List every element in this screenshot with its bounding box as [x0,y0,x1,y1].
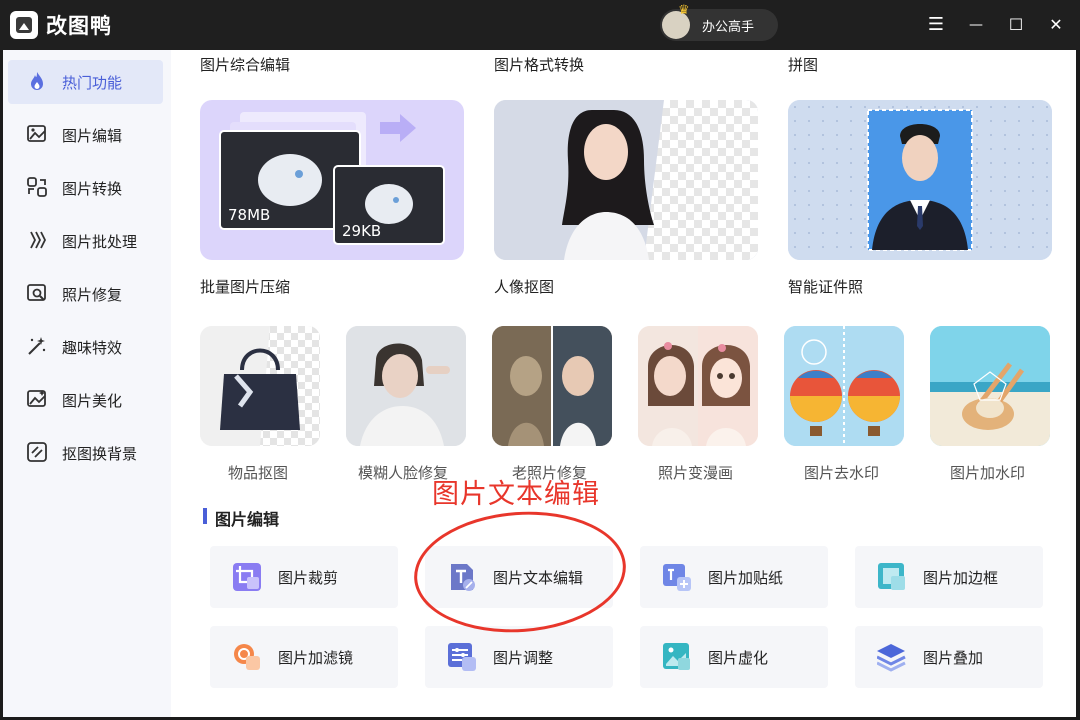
beach-illustration [930,326,1050,446]
card-label-add-watermark: 图片加水印 [950,464,1026,482]
sticker-icon [663,564,691,591]
sidebar-item-repair[interactable]: 照片修复 [8,272,163,316]
id-photo-illustration [788,100,1052,260]
user-account-button[interactable]: ♛ 办公高手 [660,3,778,41]
sidebar-item-label: 图片转换 [62,180,123,198]
sidebar: 热门功能 图片编辑 图片转换 图片批处理 照片修复 趣味特效 图片美化 抠图换背… [3,50,171,717]
tool-adjust-button[interactable]: 图片调整 [425,626,613,688]
tool-label: 图片加边框 [923,569,999,587]
tool-label: 图片加滤镜 [278,649,354,667]
tool-label-format-convert[interactable]: 图片格式转换 [494,54,584,75]
tool-label-comprehensive-edit[interactable]: 图片综合编辑 [200,54,290,75]
tool-overlay-button[interactable]: 图片叠加 [855,626,1043,688]
maximize-button[interactable]: ☐ [1004,13,1028,37]
tool-border-button[interactable]: 图片加边框 [855,546,1043,608]
card-face-restore[interactable] [346,326,466,446]
blur-icon [663,643,690,670]
tool-sticker-button[interactable]: 图片加贴纸 [640,546,828,608]
card-remove-watermark[interactable] [784,326,904,446]
sidebar-item-convert[interactable]: 图片转换 [8,166,163,210]
card-object-cutout[interactable] [200,326,320,446]
balloon-illustration [784,326,904,446]
section-title: 图片编辑 [215,510,280,529]
card-label-object-cutout: 物品抠图 [228,464,289,482]
sidebar-item-label: 图片批处理 [62,233,138,251]
card-label-remove-watermark: 图片去水印 [804,464,880,482]
tool-label-collage[interactable]: 拼图 [788,54,818,75]
blurred-face-illustration [346,326,466,446]
user-name: 办公高手 [702,20,755,35]
tool-filter-button[interactable]: 图片加滤镜 [210,626,398,688]
close-button[interactable]: ✕ [1044,13,1068,37]
old-photo-illustration [492,326,612,446]
card-portrait-cutout[interactable] [494,100,758,260]
crown-icon: ♛ [678,3,690,18]
card-old-photo-restore[interactable] [492,326,612,446]
title-bar: 改图鸭 ♛ 办公高手 ☰ — ☐ ✕ [0,0,1080,50]
batch-icon [30,231,47,249]
size-before-label: 78MB [228,206,271,224]
sidebar-item-effects[interactable]: 趣味特效 [8,325,163,369]
filter-icon [234,644,260,670]
sidebar-item-label: 趣味特效 [62,339,123,357]
magic-wand-icon [28,337,46,355]
sidebar-item-image-edit[interactable]: 图片编辑 [8,113,163,157]
border-icon [878,563,905,590]
layers-icon [877,644,906,672]
section-accent-bar [203,508,207,524]
sidebar-item-hot[interactable]: 热门功能 [8,60,163,104]
card-add-watermark[interactable] [930,326,1050,446]
sidebar-item-label: 图片编辑 [62,127,123,145]
tool-label: 图片虚化 [708,649,769,667]
tool-label: 图片叠加 [923,649,984,667]
sidebar-item-cutout[interactable]: 抠图换背景 [8,431,163,475]
sidebar-item-label: 照片修复 [62,286,123,304]
card-label-photo-to-cartoon: 照片变漫画 [658,464,734,482]
handbag-illustration [200,326,320,446]
app-title: 改图鸭 [46,14,112,38]
tool-crop-button[interactable]: 图片裁剪 [210,546,398,608]
card-id-photo[interactable] [788,100,1052,260]
tool-blur-button[interactable]: 图片虚化 [640,626,828,688]
card-label-portrait-cutout: 人像抠图 [494,278,555,296]
minimize-button[interactable]: — [964,13,988,37]
content-area: 图片综合编辑 图片格式转换 拼图 78MB 29KB 批量图片压缩 人像抠图 智… [171,50,1076,717]
card-label-batch-compress: 批量图片压缩 [200,278,291,296]
sidebar-item-batch[interactable]: 图片批处理 [8,219,163,263]
image-edit-icon [27,125,46,142]
flame-icon [31,72,43,90]
tool-label: 图片加贴纸 [708,569,784,587]
repair-icon [27,284,46,301]
cartoon-illustration [638,326,758,446]
card-photo-to-cartoon[interactable] [638,326,758,446]
convert-icon [27,177,47,197]
annotation-label: 图片文本编辑 [432,479,600,510]
crop-icon [233,563,261,591]
sidebar-item-label: 抠图换背景 [62,445,138,463]
sidebar-item-label: 图片美化 [62,392,123,410]
compress-illustration [219,112,445,245]
tool-label: 图片调整 [493,649,554,667]
card-batch-compress[interactable]: 78MB 29KB [200,100,464,260]
beautify-icon [27,390,46,407]
app-logo-icon [10,11,38,39]
menu-icon[interactable]: ☰ [924,13,948,37]
size-after-label: 29KB [342,222,382,240]
adjust-icon [448,643,476,671]
cutout-icon [27,442,47,462]
tool-label: 图片裁剪 [278,569,339,587]
card-label-id-photo: 智能证件照 [788,278,864,296]
sidebar-item-beautify[interactable]: 图片美化 [8,378,163,422]
sidebar-item-label: 热门功能 [62,74,123,92]
portrait-cutout-illustration [494,100,758,260]
